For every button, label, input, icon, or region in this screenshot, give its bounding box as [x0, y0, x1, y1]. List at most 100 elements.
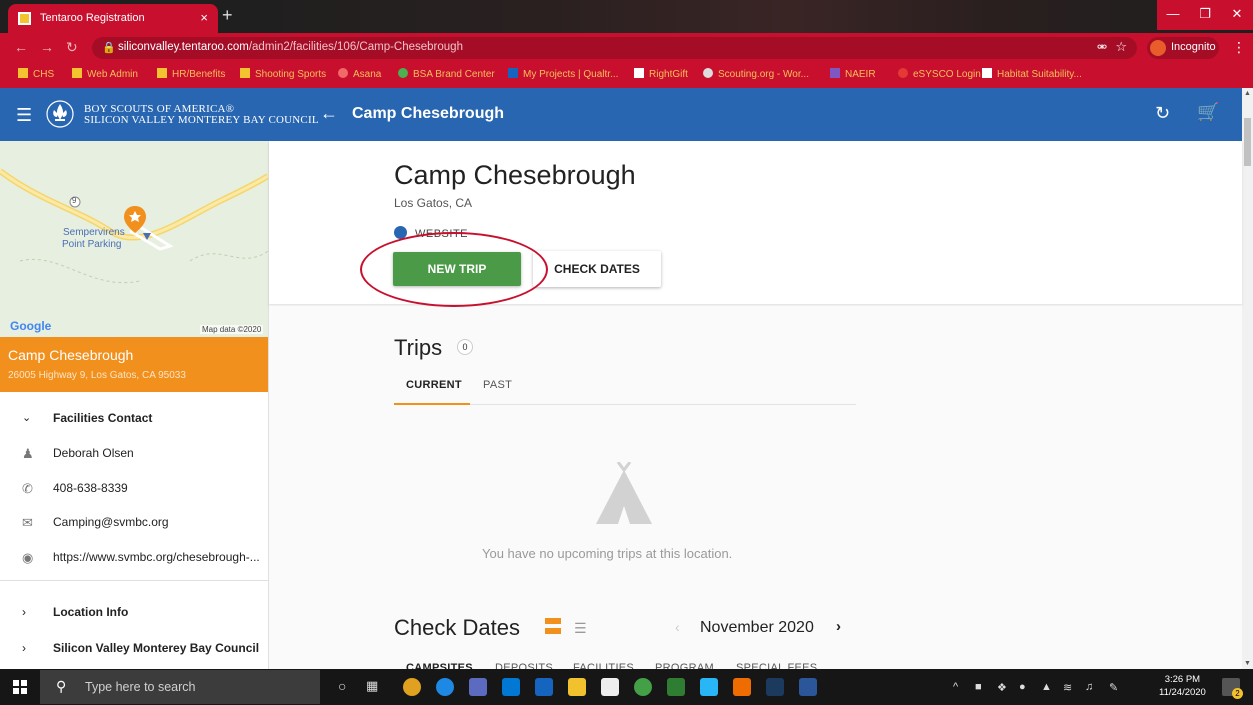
bookmark-item[interactable]: Shooting Sports	[240, 68, 326, 80]
bookmark-item[interactable]: Scouting.org - Wor...	[703, 68, 809, 80]
outlook-icon[interactable]	[502, 678, 520, 696]
address-bar[interactable]: 🔒 siliconvalley.tentaroo.com/admin2/faci…	[92, 37, 1137, 59]
check-dates-button[interactable]: CHECK DATES	[533, 251, 661, 287]
google-logo: Google	[10, 319, 52, 333]
bookmark-item[interactable]: HR/Benefits	[157, 68, 225, 80]
chrome-icon[interactable]	[403, 678, 421, 696]
address-url[interactable]: siliconvalley.tentaroo.com/admin2/facili…	[118, 41, 463, 53]
bookmark-item[interactable]: My Projects | Qualtr...	[508, 68, 618, 80]
task-view-icon[interactable]: ▦	[366, 678, 378, 694]
edge-icon[interactable]	[436, 678, 454, 696]
lightroom-icon[interactable]	[766, 678, 784, 696]
habitat-icon	[982, 68, 992, 78]
windows-start-icon[interactable]	[13, 680, 27, 694]
divider	[0, 580, 268, 581]
facility-location: Los Gatos, CA	[394, 196, 473, 210]
road-label: 9	[72, 196, 77, 205]
app-icon[interactable]	[535, 678, 553, 696]
mail-icon: ✉	[22, 515, 33, 530]
previous-month-icon[interactable]: ‹	[675, 619, 680, 635]
browser-toolbar: ← → ↻ 🔒 siliconvalley.tentaroo.com/admin…	[0, 33, 1253, 62]
bookmark-item[interactable]: CHS	[18, 68, 54, 80]
hamburger-menu-icon[interactable]: ☰	[16, 105, 32, 126]
minimize-window-button[interactable]: —	[1157, 0, 1189, 30]
restore-window-button[interactable]: ❐	[1189, 0, 1221, 30]
bookmark-item[interactable]: Habitat Suitability...	[982, 68, 1082, 80]
org-name: BOY SCOUTS OF AMERICA® SILICON VALLEY MO…	[84, 104, 319, 126]
scroll-down-icon[interactable]: ▼	[1244, 660, 1251, 667]
tab-current[interactable]: CURRENT	[406, 379, 462, 391]
action-center-icon[interactable]: 2	[1222, 678, 1243, 699]
folder-icon	[240, 68, 250, 78]
location-info-title: Location Info	[53, 605, 129, 619]
scroll-up-icon[interactable]: ▲	[1244, 90, 1251, 97]
tray-chevron-icon[interactable]: ^	[953, 681, 958, 693]
taskbar-search-box[interactable]: ⚲ Type here to search	[40, 670, 320, 704]
grid-view-icon[interactable]	[545, 618, 561, 634]
tray-app-icon[interactable]: ▲	[1041, 681, 1052, 693]
qualtrics-icon	[508, 68, 518, 78]
check-dates-title: Check Dates	[394, 615, 520, 640]
profile-button[interactable]: Incognito	[1147, 37, 1219, 59]
sysco-icon	[898, 68, 908, 78]
forward-arrow-icon[interactable]: →	[40, 39, 54, 55]
contact-email-text[interactable]: Camping@svmbc.org	[53, 515, 169, 529]
bookmark-item[interactable]: Asana	[338, 68, 381, 80]
calculator-icon[interactable]	[667, 678, 685, 696]
file-explorer-icon[interactable]	[568, 678, 586, 696]
bookmark-item[interactable]: Web Admin	[72, 68, 138, 80]
page-scrollbar[interactable]: ▲ ▼	[1242, 88, 1253, 669]
cart-icon[interactable]: 🛒	[1197, 102, 1219, 123]
system-clock[interactable]: 3:26 PM 11/24/2020	[1159, 673, 1206, 699]
reload-icon[interactable]: ↻	[66, 39, 78, 56]
refresh-icon[interactable]: ↻	[1155, 103, 1170, 124]
profile-label: Incognito	[1171, 41, 1216, 53]
teams-icon[interactable]	[469, 678, 487, 696]
back-arrow-icon[interactable]: ←	[320, 103, 338, 124]
close-window-button[interactable]: ✕	[1221, 0, 1253, 30]
map-place-label: Sempervirens	[63, 227, 125, 238]
bookmark-star-icon[interactable]: ☆	[1115, 39, 1127, 55]
wifi-icon[interactable]: ≋	[1063, 681, 1072, 694]
search-placeholder: Type here to search	[85, 680, 196, 694]
bookmark-item[interactable]: NAEIR	[830, 68, 876, 80]
browser-menu-icon[interactable]: ⋮	[1232, 39, 1246, 56]
contact-phone-text[interactable]: 408-638-8339	[53, 481, 128, 495]
back-arrow-icon[interactable]: ←	[14, 39, 28, 55]
tab-close-icon[interactable]: ×	[200, 10, 208, 25]
word-icon[interactable]	[799, 678, 817, 696]
app-icon[interactable]	[733, 678, 751, 696]
key-icon[interactable]: ⚮	[1097, 40, 1107, 54]
cortana-icon[interactable]: ○	[338, 678, 346, 694]
annotation-circle	[360, 232, 548, 307]
next-month-icon[interactable]: ›	[836, 618, 841, 635]
folder-icon	[18, 68, 28, 78]
sync-icon[interactable]	[634, 678, 652, 696]
tray-app-icon[interactable]: ●	[1019, 681, 1026, 693]
tray-app-icon[interactable]: ■	[975, 681, 982, 693]
page-title: Camp Chesebrough	[394, 160, 636, 190]
bookmark-item[interactable]: BSA Brand Center	[398, 68, 495, 80]
bookmarks-bar: CHS Web Admin HR/Benefits Shooting Sport…	[0, 62, 1253, 88]
mail-icon[interactable]	[700, 678, 718, 696]
new-tab-button[interactable]: +	[222, 5, 233, 26]
current-month: November 2020	[700, 619, 814, 636]
notepad-icon[interactable]	[601, 678, 619, 696]
contact-website-text[interactable]: https://www.svmbc.org/chesebrough-...	[53, 550, 260, 564]
bookmark-item[interactable]: RightGift	[634, 68, 688, 80]
location-map[interactable]: 9 Sempervirens Point Parking Google Map …	[0, 141, 268, 337]
clock-date: 11/24/2020	[1159, 687, 1206, 698]
asana-icon	[338, 68, 348, 78]
folder-icon	[72, 68, 82, 78]
volume-icon[interactable]: ♫	[1085, 681, 1093, 693]
bsa-fleur-de-lis-icon	[46, 100, 74, 128]
tab-past[interactable]: PAST	[483, 379, 512, 391]
dropbox-icon[interactable]: ❖	[997, 681, 1007, 694]
pen-icon[interactable]: ✎	[1109, 681, 1118, 694]
list-view-icon[interactable]: ☰	[574, 620, 587, 637]
bookmark-item[interactable]: eSYSCO Login	[898, 68, 981, 80]
chevron-right-icon: ›	[22, 605, 26, 619]
scrollbar-thumb[interactable]	[1244, 118, 1251, 166]
browser-tab-active[interactable]: Tentaroo Registration ×	[8, 4, 218, 33]
facilities-contact-title: Facilities Contact	[53, 411, 153, 425]
